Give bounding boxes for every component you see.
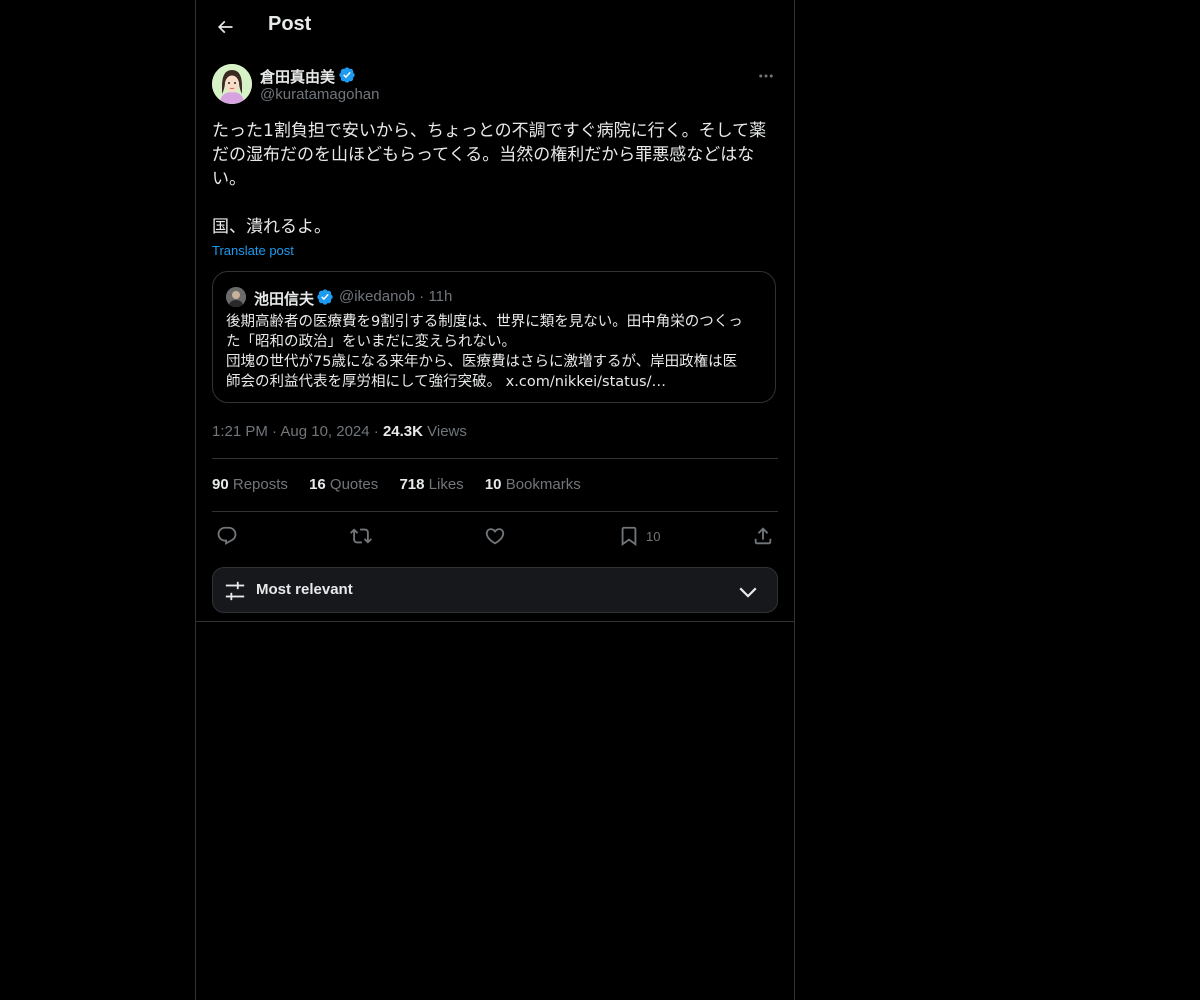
- back-button[interactable]: [208, 10, 242, 44]
- likes-stat[interactable]: 718 Likes: [399, 476, 463, 493]
- quote-avatar: [226, 287, 246, 307]
- author-handle[interactable]: @kuratamagohan: [260, 86, 379, 103]
- views-label: Views: [422, 423, 467, 440]
- reply-button[interactable]: [216, 522, 238, 550]
- quote-text: 後期高齢者の医療費を9割引する制度は、世界に類を見ない。田中角栄のつくっ た「昭…: [226, 314, 743, 390]
- like-button[interactable]: [484, 522, 506, 550]
- quoted-post[interactable]: 池田信夫 @ikedanob · 11h 後期高齢者の医療費を9割引する制度は、…: [212, 271, 776, 403]
- post-author: 倉田真由美 @kuratamagohan: [212, 64, 778, 106]
- post-meta: 1:21 PM · Aug 10, 2024 · 24.3K Views: [212, 423, 467, 440]
- share-button[interactable]: [752, 522, 774, 550]
- verified-badge-icon: [339, 67, 355, 83]
- bookmark-icon: [621, 526, 637, 547]
- page-title: Post: [268, 13, 312, 35]
- avatar-illustration: [212, 64, 252, 104]
- quote-verified-badge-icon: [317, 289, 333, 305]
- bookmark-button[interactable]: 10: [618, 522, 660, 550]
- reply-icon: [217, 526, 237, 545]
- bookmark-count: 10: [646, 528, 661, 544]
- reposts-stat[interactable]: 90 Reposts: [212, 476, 288, 493]
- quotes-stat[interactable]: 16 Quotes: [309, 476, 378, 493]
- divider: [196, 621, 794, 622]
- header: Post: [196, 0, 794, 53]
- translate-post-link[interactable]: Translate post: [212, 243, 294, 258]
- quote-author-name: 池田信夫: [254, 291, 315, 308]
- engagement-stats: 90 Reposts 16 Quotes 718 Likes 10 Bookma…: [212, 476, 598, 493]
- bookmarks-stat[interactable]: 10 Bookmarks: [485, 476, 581, 493]
- post-timestamp[interactable]: 1:21 PM · Aug 10, 2024 ·: [212, 423, 383, 440]
- quote-avatar-illustration: [226, 287, 246, 307]
- views-count: 24.3K: [382, 423, 423, 440]
- heart-icon: [485, 528, 505, 545]
- more-options-button[interactable]: [754, 64, 778, 88]
- reply-sort-dropdown[interactable]: Most relevant: [212, 567, 778, 613]
- main-column: Post 倉田真由美 @kuratamagohan たった1割負担で安いから、ち…: [195, 0, 795, 1000]
- chevron-down-icon: [739, 587, 757, 598]
- share-icon: [754, 527, 772, 545]
- sliders-icon: [225, 581, 245, 601]
- repost-icon: [350, 528, 372, 544]
- quote-author-handle: @ikedanob · 11h: [339, 288, 453, 305]
- repost-button[interactable]: [350, 522, 372, 550]
- divider: [212, 511, 778, 512]
- divider: [212, 458, 778, 459]
- more-horizontal-icon: [759, 74, 773, 78]
- post-text: たった1割負担で安いから、ちょっとの不調ですぐ病院に行く。そして薬 だの湿布だの…: [212, 121, 767, 237]
- avatar[interactable]: [212, 64, 252, 104]
- sort-label: Most relevant: [256, 581, 353, 598]
- arrow-left-icon: [217, 20, 233, 34]
- author-name[interactable]: 倉田真由美: [260, 66, 335, 87]
